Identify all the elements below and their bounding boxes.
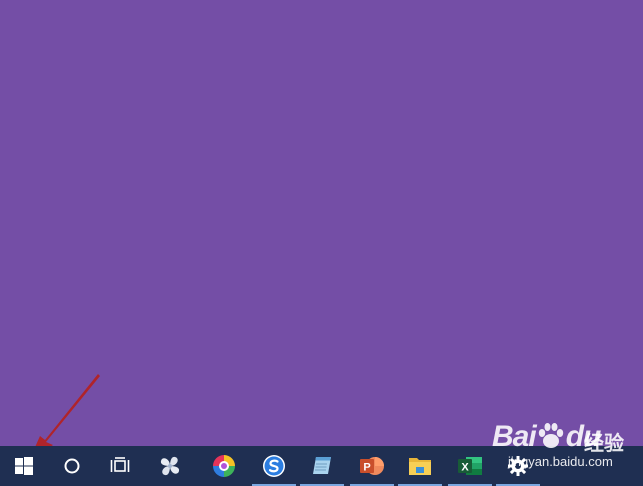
app-pinwheel[interactable] [146, 446, 194, 486]
app-powerpoint[interactable]: P [348, 446, 396, 486]
gear-icon [508, 456, 528, 476]
app-notepad[interactable] [298, 446, 346, 486]
taskbar: P X [0, 446, 643, 486]
pinwheel-app-icon [160, 456, 180, 476]
excel-letter: X [461, 462, 469, 474]
windows-logo-icon [15, 457, 33, 475]
app-sogou[interactable] [250, 446, 298, 486]
cortana-circle-icon [64, 458, 80, 474]
start-button[interactable] [0, 446, 48, 486]
desktop-background [0, 0, 643, 446]
app-excel[interactable]: X [446, 446, 494, 486]
colorful-ring-icon [213, 455, 235, 477]
app-colorful[interactable] [200, 446, 248, 486]
app-settings[interactable] [494, 446, 542, 486]
app-file-explorer[interactable] [396, 446, 444, 486]
task-view-icon [110, 457, 130, 472]
excel-icon: X [458, 457, 482, 475]
search-button[interactable] [48, 446, 96, 486]
task-view-button[interactable] [96, 446, 144, 486]
powerpoint-icon: P [360, 457, 384, 475]
powerpoint-letter: P [363, 462, 370, 474]
sogou-s-icon [263, 455, 285, 477]
folder-icon [409, 458, 431, 475]
notepad-icon [313, 457, 331, 474]
